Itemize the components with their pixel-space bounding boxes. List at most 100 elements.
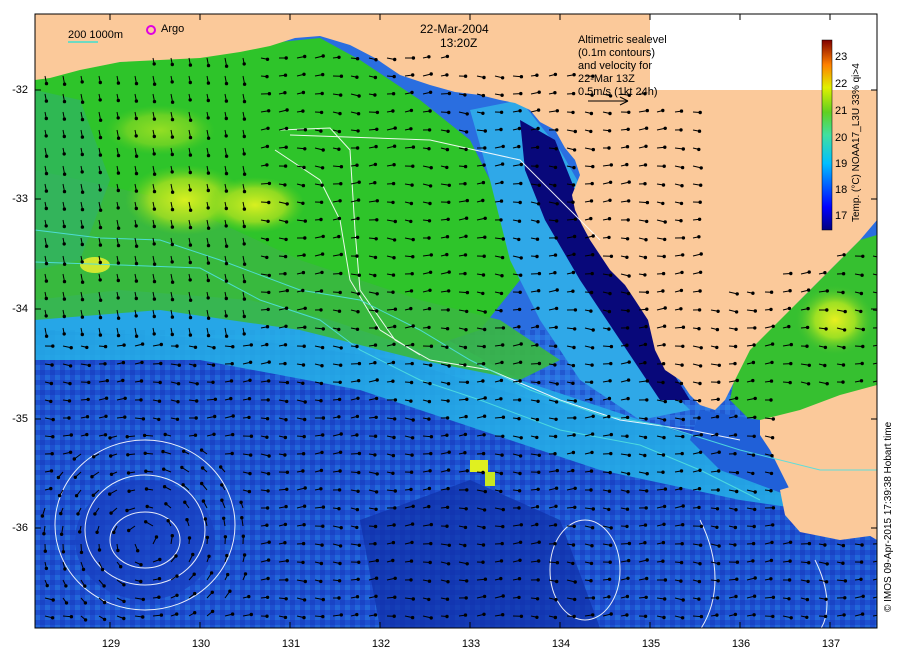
velocity-arrow-head	[409, 201, 414, 206]
velocity-arrow-head	[501, 326, 506, 330]
velocity-arrow-head	[181, 483, 185, 487]
velocity-arrow-head	[607, 129, 612, 133]
velocity-arrow-head	[62, 224, 67, 229]
velocity-arrow-head	[608, 198, 612, 203]
velocity-arrow-head	[483, 310, 487, 314]
velocity-arrow-head	[116, 206, 120, 210]
velocity-arrow-head	[572, 148, 577, 152]
velocity-arrow-head	[85, 345, 89, 350]
velocity-arrow-head	[482, 525, 486, 530]
velocity-arrow-head	[463, 613, 468, 617]
velocity-arrow-head	[661, 470, 665, 474]
velocity-arrow-head	[373, 273, 377, 278]
velocity-arrow-head	[195, 399, 199, 403]
velocity-arrow-head	[553, 615, 558, 620]
velocity-arrow-head	[644, 238, 648, 242]
velocity-arrow-head	[76, 512, 80, 516]
velocity-arrow-head	[482, 433, 486, 437]
velocity-arrow-head	[356, 198, 361, 202]
velocity-arrow-head	[116, 333, 121, 338]
velocity-arrow-head	[338, 380, 342, 384]
velocity-arrow-head	[193, 433, 198, 437]
warm-speck	[470, 460, 488, 472]
velocity-arrow-head	[97, 548, 102, 552]
velocity-arrow-head	[553, 452, 557, 456]
velocity-arrow-head	[265, 435, 269, 439]
velocity-arrow-head	[145, 504, 149, 509]
velocity-arrow-head	[681, 523, 685, 527]
velocity-arrow-head	[301, 541, 306, 546]
velocity-arrow-head	[242, 297, 247, 301]
velocity-arrow-head	[625, 507, 630, 511]
velocity-arrow-head	[188, 98, 192, 102]
velocity-arrow-head	[357, 470, 361, 475]
velocity-arrow-head	[266, 558, 271, 562]
velocity-arrow-head	[483, 146, 487, 150]
velocity-arrow-head	[83, 584, 87, 588]
velocity-arrow-head	[769, 489, 773, 493]
velocity-arrow-head	[44, 116, 48, 121]
velocity-arrow-head	[481, 291, 485, 296]
velocity-arrow-head	[303, 486, 307, 490]
velocity-arrow-head	[445, 614, 449, 619]
velocity-arrow-head	[51, 417, 55, 422]
velocity-arrow-head	[194, 416, 198, 420]
velocity-arrow-head	[860, 543, 864, 547]
velocity-arrow-head	[573, 129, 577, 134]
velocity-arrow-head	[645, 307, 649, 311]
velocity-arrow-head	[589, 561, 594, 566]
velocity-arrow-head	[771, 506, 776, 510]
velocity-arrow-head	[465, 579, 469, 583]
velocity-arrow-head	[607, 414, 611, 419]
velocity-arrow-head	[679, 201, 684, 206]
velocity-arrow-head	[500, 162, 505, 166]
velocity-arrow-head	[320, 345, 325, 350]
velocity-arrow-head	[554, 325, 558, 329]
velocity-arrow-head	[446, 580, 450, 584]
velocity-arrow-head	[195, 382, 199, 386]
velocity-arrow-head	[645, 472, 649, 476]
velocity-arrow-head	[393, 489, 397, 493]
velocity-arrow-head	[302, 72, 306, 77]
x-tick-label: 137	[821, 638, 841, 650]
velocity-arrow-head	[267, 200, 271, 205]
velocity-arrow-head	[303, 219, 307, 223]
velocity-arrow-head	[265, 523, 269, 527]
velocity-arrow-head	[374, 144, 378, 149]
velocity-arrow-head	[680, 616, 685, 620]
velocity-arrow-head	[170, 225, 175, 229]
velocity-arrow-head	[625, 524, 629, 529]
velocity-arrow-head	[338, 544, 343, 548]
velocity-arrow-head	[537, 361, 542, 366]
velocity-arrow-head	[860, 273, 864, 277]
velocity-arrow-head	[481, 93, 486, 98]
velocity-arrow-head	[446, 399, 450, 403]
velocity-arrow-head	[626, 576, 630, 580]
velocity-arrow-head	[265, 144, 270, 149]
velocity-arrow-head	[144, 469, 148, 473]
velocity-arrow-head	[356, 216, 360, 221]
velocity-arrow-head	[591, 328, 595, 332]
velocity-arrow-head	[321, 524, 325, 528]
velocity-arrow-head	[339, 165, 344, 169]
velocity-arrow-head	[751, 471, 755, 476]
annotation-line: (0.1m contours)	[578, 47, 656, 59]
velocity-arrow-head	[355, 433, 359, 437]
velocity-arrow-head	[188, 135, 193, 140]
velocity-arrow-head	[680, 363, 684, 367]
velocity-arrow-head	[608, 111, 612, 116]
velocity-arrow-head	[122, 616, 126, 621]
velocity-arrow-head	[44, 279, 49, 283]
velocity-arrow-head	[134, 244, 139, 248]
velocity-arrow-head	[57, 493, 62, 498]
velocity-arrow-head	[643, 361, 647, 365]
y-tick-label: -36	[12, 522, 28, 534]
velocity-arrow-head	[843, 309, 847, 314]
velocity-arrow-head	[735, 378, 739, 383]
velocity-arrow-head	[242, 82, 247, 86]
velocity-arrow-head	[410, 540, 414, 545]
velocity-arrow-head	[518, 558, 522, 562]
velocity-arrow-head	[373, 524, 378, 529]
velocity-arrow-head	[625, 434, 629, 438]
velocity-arrow-head	[716, 309, 720, 313]
